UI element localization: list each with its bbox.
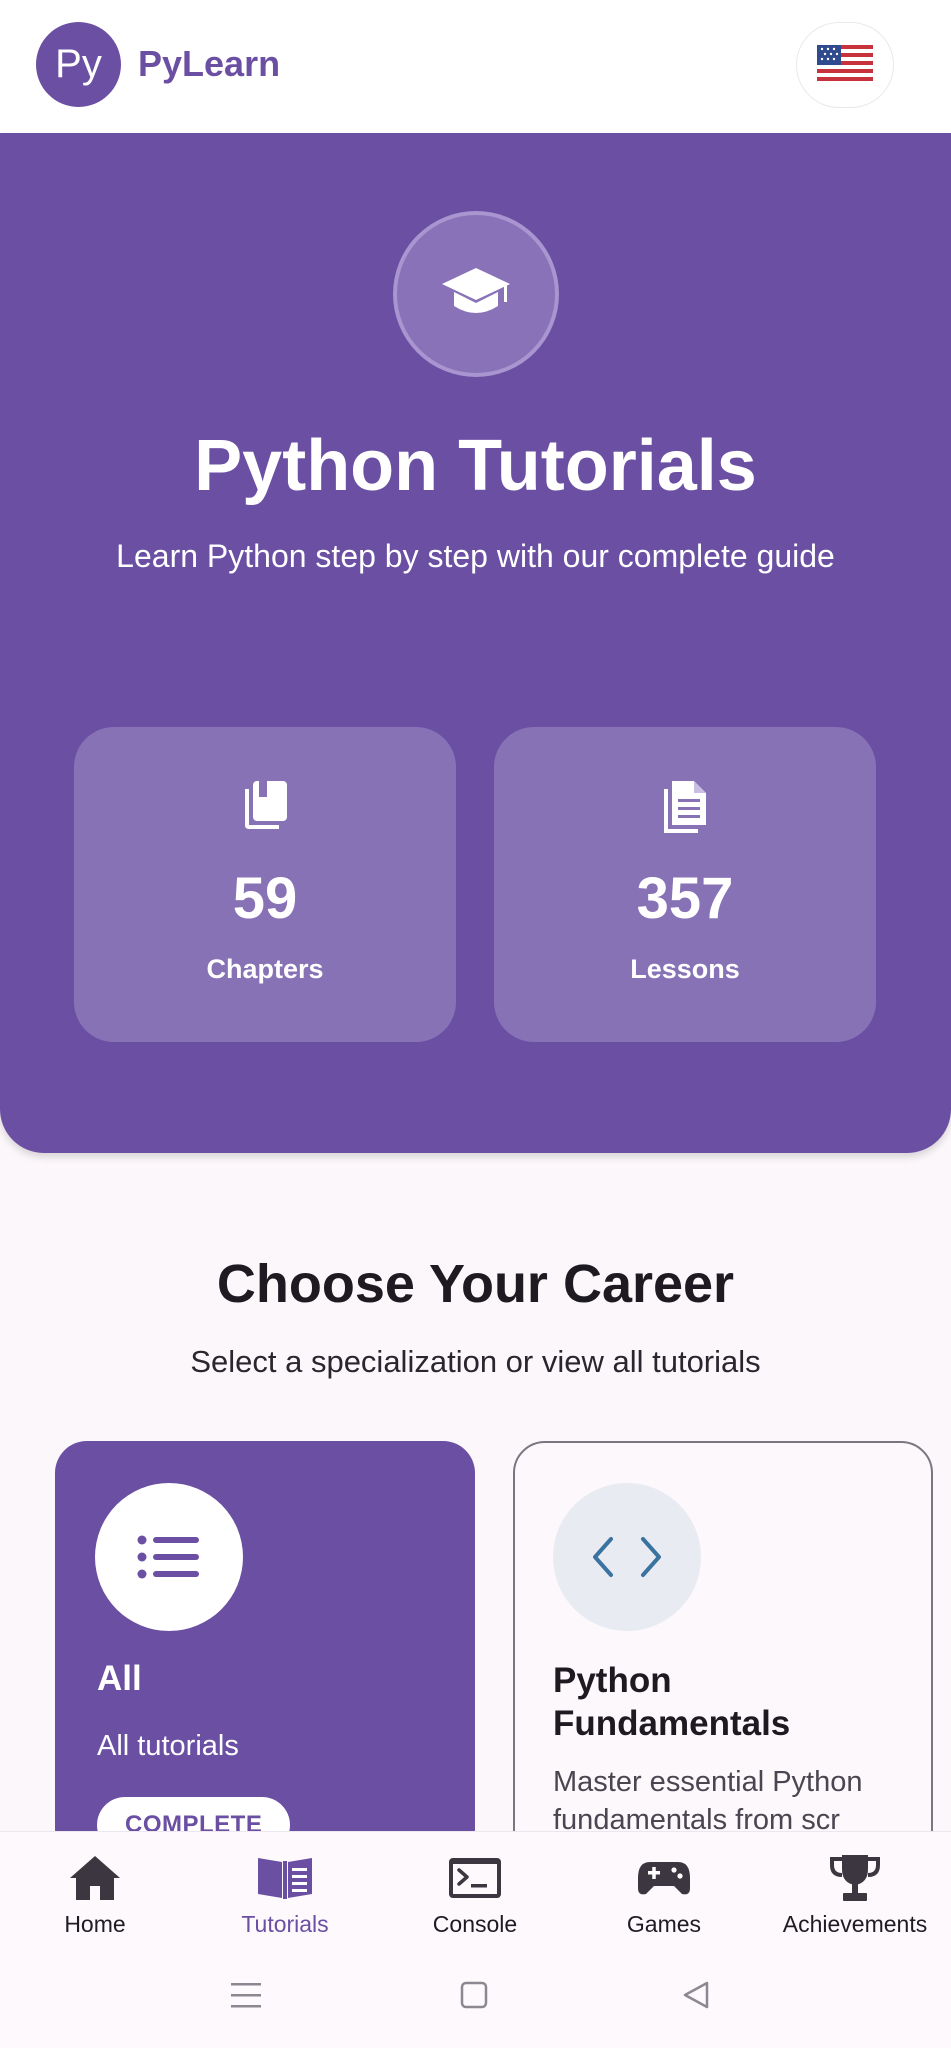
us-flag-icon [817,45,873,85]
nav-label: Games [626,1911,702,1937]
graduation-cap-icon [442,268,510,313]
career-card-all[interactable]: All All tutorials COMPLETE [55,1441,475,1861]
list-icon [137,1535,199,1579]
career-card-python-fundamentals[interactable]: Python Fundamentals Master essential Pyt… [513,1441,933,1861]
back-triangle-icon [683,1981,709,2009]
career-icon-badge [553,1483,701,1631]
language-button[interactable] [796,22,894,108]
terminal-icon [449,1858,501,1898]
back-system-button[interactable] [656,1971,736,2019]
hero-banner: Python Tutorials Learn Python step by st… [0,133,951,1153]
hero-subtitle: Learn Python step by step with our compl… [116,538,835,574]
hero-title: Python Tutorials [194,426,757,506]
nav-label: Home [64,1911,126,1937]
home-icon [70,1856,120,1900]
square-icon [460,1981,488,2009]
book-icon [245,781,287,829]
nav-label: Console [432,1911,518,1937]
career-card-description: Master essential Python fundamentals fro… [553,1766,863,1836]
career-card-description: All tutorials [97,1730,239,1762]
app-header: Py PyLearn [0,0,951,133]
chapters-count: 59 [232,866,298,931]
nav-item-home[interactable]: Home [45,1832,145,1942]
menu-lines-icon [231,1983,261,2008]
gamepad-icon [638,1862,690,1895]
career-section-subtitle: Select a specialization or view all tuto… [190,1344,761,1379]
career-icon-badge [95,1483,243,1631]
nav-item-console[interactable]: Console [420,1832,530,1942]
app-title: PyLearn [138,43,281,84]
lessons-count: 357 [636,866,734,931]
stat-card-lessons: 357 Lessons [494,727,876,1042]
nav-label: Achievements [782,1911,928,1937]
system-navigation-bar [0,1941,951,2048]
nav-item-tutorials[interactable]: Tutorials [225,1832,345,1942]
app-logo[interactable]: Py [36,22,121,107]
hero-icon-badge [393,211,559,377]
career-card-title: All [97,1659,142,1698]
book-open-icon [258,1858,312,1899]
chapters-label: Chapters [206,954,324,984]
nav-label: Tutorials [241,1911,329,1937]
stat-card-chapters: 59 Chapters [74,727,456,1042]
code-icon [593,1537,661,1577]
career-card-title: Python Fundamentals [553,1661,791,1743]
nav-item-achievements[interactable]: Achievements [775,1832,935,1942]
document-icon [664,781,706,833]
recent-apps-button[interactable] [206,1971,286,2019]
bottom-navigation: Home Tutorials Console Games Achievement… [0,1831,951,1941]
lessons-label: Lessons [630,954,740,984]
home-system-button[interactable] [434,1971,514,2019]
nav-item-games[interactable]: Games [614,1832,714,1942]
logo-text: Py [55,42,102,86]
career-section-title: Choose Your Career [216,1254,735,1314]
trophy-icon [830,1855,880,1901]
